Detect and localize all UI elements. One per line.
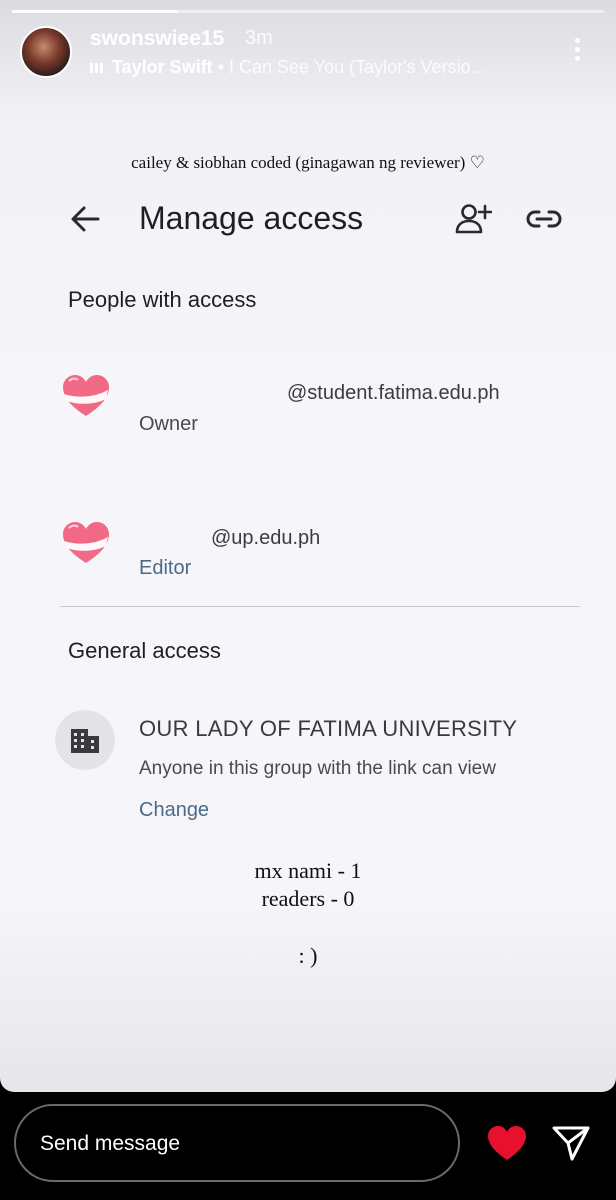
more-options-icon[interactable]: [568, 38, 586, 66]
music-song: I Can See You (Taylor's Versio...: [229, 57, 486, 77]
page-title: Manage access: [139, 200, 364, 236]
story-caption: cailey & siobhan coded (ginagawan ng rev…: [131, 153, 485, 172]
general-access-title: General access: [68, 638, 221, 663]
change-link: Change: [139, 799, 210, 821]
story-time: 3m: [245, 27, 273, 49]
note-line-3: : ): [298, 943, 318, 968]
group-name: OUR LADY OF FATIMA UNIVERSITY: [139, 716, 518, 741]
link-icon: [526, 210, 562, 228]
send-icon[interactable]: [551, 1124, 591, 1162]
story-progress-bar: [12, 10, 604, 13]
music-bars-icon: [90, 57, 108, 78]
story-frame[interactable]: swonswiee15 3m Taylor Swift • I Can See …: [0, 0, 616, 1092]
group-avatar: [55, 710, 115, 770]
heart-avatar-icon: [63, 375, 109, 416]
back-arrow-icon: [71, 206, 100, 232]
send-message-input[interactable]: Send message: [14, 1104, 460, 1182]
note-line-1: mx nami - 1: [254, 858, 362, 883]
divider: [60, 606, 580, 607]
person-role-owner: Owner: [139, 413, 198, 435]
person-role-editor: Editor: [139, 557, 192, 579]
send-message-placeholder: Send message: [40, 1132, 181, 1155]
music-artist: Taylor Swift: [112, 57, 213, 77]
note-line-2: readers - 0: [261, 886, 355, 911]
building-icon: [71, 729, 99, 753]
story-username[interactable]: swonswiee15: [90, 27, 224, 51]
heart-avatar-icon: [63, 522, 109, 563]
avatar[interactable]: [20, 26, 72, 78]
person-email-owner: @student.fatima.edu.ph: [287, 382, 500, 404]
group-access-description: Anyone in this group with the link can v…: [139, 758, 496, 779]
music-info[interactable]: Taylor Swift • I Can See You (Taylor's V…: [90, 57, 520, 78]
people-section-title: People with access: [68, 287, 257, 312]
story-progress-fill: [12, 10, 178, 13]
add-person-icon: [455, 204, 492, 234]
person-email-editor: @up.edu.ph: [211, 527, 321, 549]
heart-like-icon[interactable]: [486, 1124, 528, 1162]
music-separator: •: [212, 57, 229, 77]
